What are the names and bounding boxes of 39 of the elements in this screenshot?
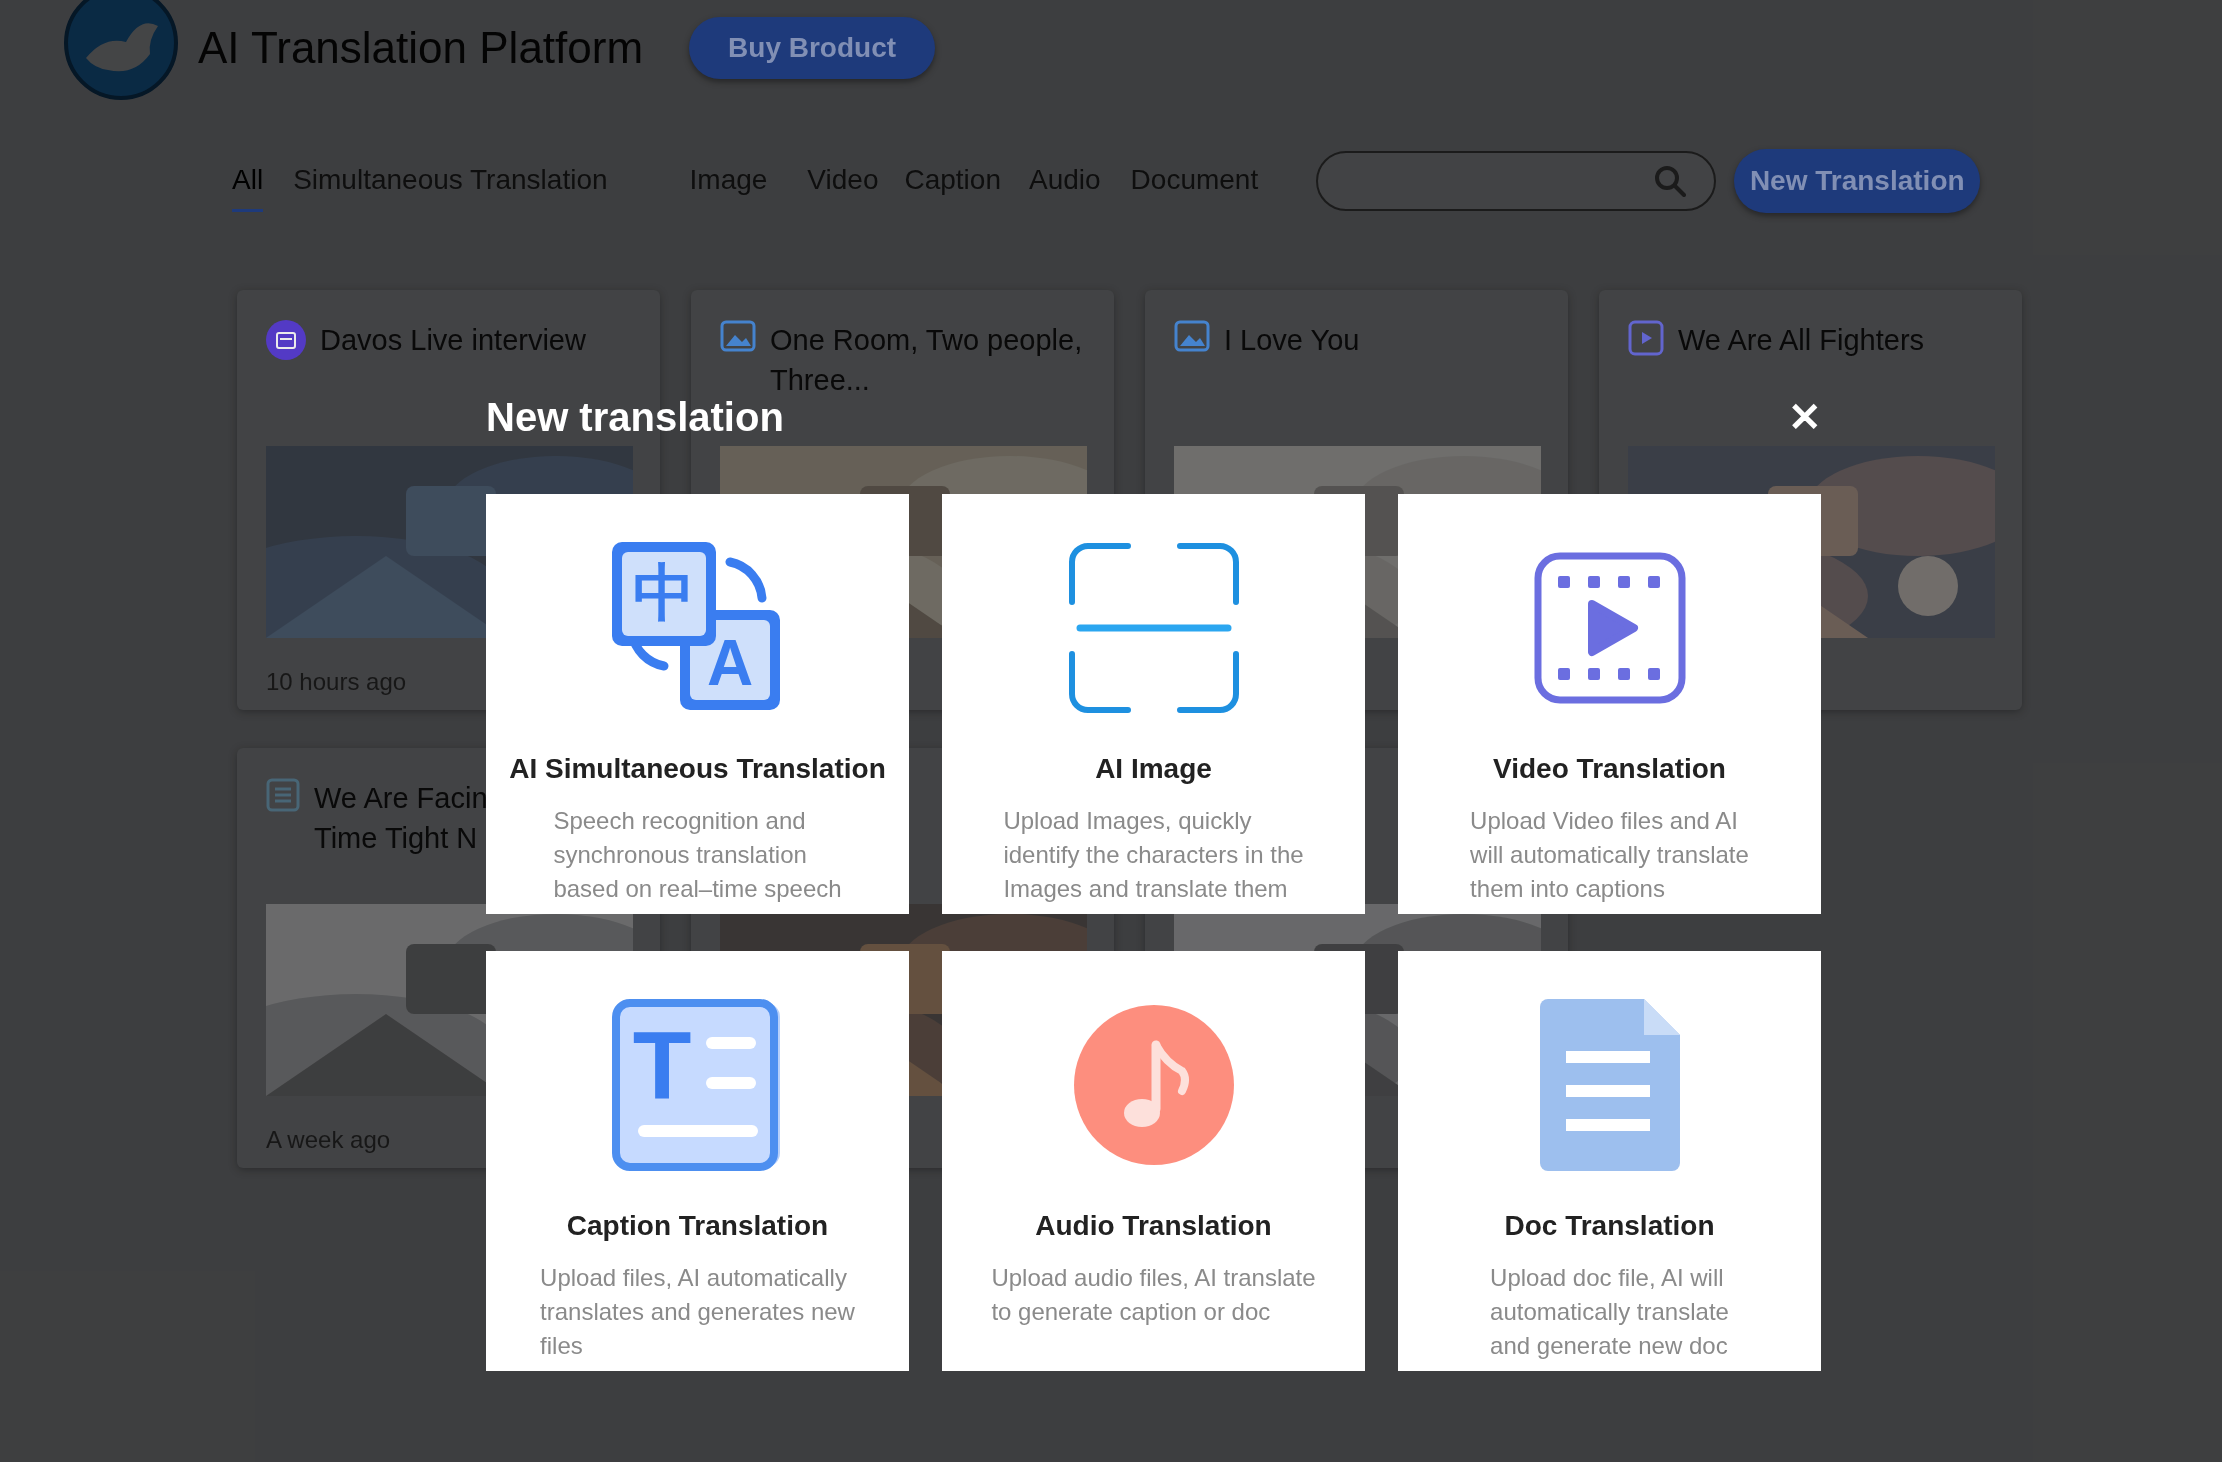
film-icon bbox=[1628, 320, 1664, 356]
card-title: We Are All Fighters bbox=[1678, 323, 1925, 358]
translation-option-card[interactable]: 中 A AI Simultaneous Translation Speech recognition and synchronous translation based on real–time speech bbox=[486, 494, 909, 914]
buy-product-button[interactable]: Buy Broduct bbox=[689, 17, 936, 79]
translation-option-card[interactable]: Doc Translation Upload doc file, AI will automatically translate and generate new doc bbox=[1398, 951, 1821, 1371]
card-title: I Love You bbox=[1224, 323, 1360, 358]
document-icon bbox=[1539, 999, 1680, 1171]
card-title: Davos Live interview bbox=[320, 323, 586, 358]
option-description: Upload Images, quickly identify the characters in the Images and translate them bbox=[1003, 806, 1304, 904]
image-icon bbox=[1174, 320, 1210, 352]
translation-option-card[interactable]: T Caption Translation Upload files, AI automatically translates and generates new files bbox=[486, 951, 909, 1371]
close-button[interactable]: ✕ bbox=[1788, 397, 1822, 437]
video-icon bbox=[1533, 552, 1686, 704]
option-title: Caption Translation bbox=[566, 1209, 829, 1243]
option-description: Upload doc file, AI will automatically translate and generate new doc bbox=[1490, 1263, 1729, 1361]
image-icon bbox=[720, 320, 756, 352]
option-title: AI Image bbox=[1095, 752, 1212, 786]
category-tab[interactable]: All bbox=[232, 150, 264, 212]
music-note-icon bbox=[1073, 1005, 1234, 1165]
card-title: One Room, Two people, bbox=[770, 323, 1083, 358]
app-title: AI Translation Platform bbox=[198, 22, 644, 74]
option-description: Upload audio files, AI translate to generate caption or doc bbox=[991, 1263, 1316, 1327]
option-description: Speech recognition and synchronous translation based on real–time speech bbox=[553, 806, 842, 904]
option-title: AI Simultaneous Translation bbox=[509, 752, 886, 786]
document-icon bbox=[266, 778, 300, 812]
translation-option-card[interactable]: AI Image Upload Images, quickly identify the characters in the Images and translate them bbox=[942, 494, 1365, 914]
translation-option-card[interactable]: Audio Translation Upload audio files, AI translate to generate caption or doc bbox=[942, 951, 1365, 1371]
option-description: Upload Video files and AI will automatically translate them into captions bbox=[1470, 806, 1749, 904]
translation-option-card[interactable]: Video Translation Upload Video files and AI will automatically translate them into captions bbox=[1398, 494, 1821, 914]
option-description: Upload files, AI automatically translates and generates new files bbox=[540, 1263, 855, 1361]
search-icon bbox=[1654, 165, 1687, 197]
card-title: We Are Facin bbox=[314, 781, 488, 816]
search-field[interactable] bbox=[1316, 151, 1717, 211]
scan-icon bbox=[1067, 542, 1240, 714]
new-translation-button[interactable]: New Translation bbox=[1734, 149, 1981, 213]
option-title: Video Translation bbox=[1493, 752, 1726, 786]
option-title: Audio Translation bbox=[1035, 1209, 1272, 1243]
card-title: Time Tight N bbox=[314, 821, 479, 856]
option-title: Doc Translation bbox=[1504, 1209, 1715, 1243]
